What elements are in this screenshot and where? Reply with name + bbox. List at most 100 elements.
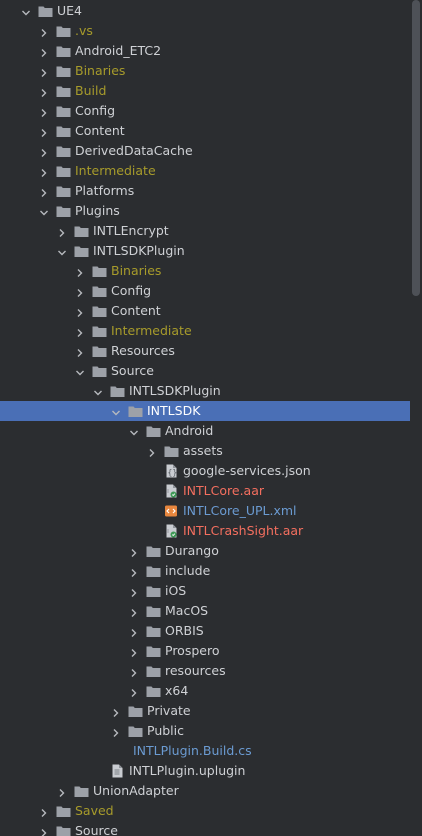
tree-item-label: UE4 <box>57 3 82 18</box>
chevron-down-icon[interactable] <box>39 206 49 216</box>
tree-row[interactable]: Android <box>0 421 410 441</box>
tree-row[interactable]: include <box>0 561 410 581</box>
tree-item-label: Build <box>75 83 107 98</box>
json-file-icon: {} <box>164 464 179 478</box>
tree-row[interactable]: UnionAdapter <box>0 781 410 801</box>
xml-file-icon <box>164 504 179 518</box>
chevron-right-icon[interactable] <box>39 186 49 197</box>
tree-row[interactable]: Platforms <box>0 181 410 201</box>
chevron-down-icon[interactable] <box>75 366 85 376</box>
tree-row[interactable]: INTLPlugin.uplugin <box>0 761 410 781</box>
chevron-right-icon[interactable] <box>39 146 49 157</box>
tree-row[interactable]: INTLSDKPlugin <box>0 241 410 261</box>
tree-row[interactable]: MacOS <box>0 601 410 621</box>
chevron-right-icon[interactable] <box>75 306 85 317</box>
folder-icon <box>92 344 107 358</box>
chevron-right-icon[interactable] <box>39 166 49 177</box>
tree-row[interactable]: INTLEncrypt <box>0 221 410 241</box>
tree-row[interactable]: Durango <box>0 541 410 561</box>
tree-row[interactable]: Config <box>0 101 410 121</box>
chevron-right-icon[interactable] <box>129 606 139 617</box>
chevron-right-icon[interactable] <box>111 726 121 737</box>
tree-row[interactable]: {} google-services.json <box>0 461 410 481</box>
tree-row[interactable]: INTLPlugin.Build.cs <box>0 741 410 761</box>
chevron-right-icon[interactable] <box>39 106 49 117</box>
tree-row[interactable]: Private <box>0 701 410 721</box>
chevron-right-icon[interactable] <box>129 626 139 637</box>
chevron-right-icon[interactable] <box>39 26 49 37</box>
aar-file-icon <box>164 484 179 498</box>
chevron-right-icon[interactable] <box>75 266 85 277</box>
tree-row[interactable]: .vs <box>0 21 410 41</box>
folder-icon <box>146 684 161 698</box>
tree-row[interactable]: Public <box>0 721 410 741</box>
chevron-right-icon[interactable] <box>129 646 139 657</box>
chevron-right-icon[interactable] <box>129 686 139 697</box>
tree-item-label: x64 <box>165 683 189 698</box>
folder-icon <box>56 164 71 178</box>
chevron-right-icon[interactable] <box>75 286 85 297</box>
folder-icon <box>56 64 71 78</box>
chevron-right-icon[interactable] <box>39 86 49 97</box>
folder-icon <box>146 644 161 658</box>
folder-icon <box>56 44 71 58</box>
tree-row[interactable]: Binaries <box>0 61 410 81</box>
tree-row[interactable]: Saved <box>0 801 410 821</box>
tree-row[interactable]: iOS <box>0 581 410 601</box>
tree-row[interactable]: DerivedDataCache <box>0 141 410 161</box>
chevron-right-icon[interactable] <box>39 126 49 137</box>
tree-row[interactable]: INTLCrashSight.aar <box>0 521 410 541</box>
tree-row[interactable]: Source <box>0 361 410 381</box>
tree-row[interactable]: UE4 <box>0 1 410 21</box>
tree-row[interactable]: Build <box>0 81 410 101</box>
chevron-right-icon[interactable] <box>57 786 67 797</box>
tree-row[interactable]: Prospero <box>0 641 410 661</box>
chevron-right-icon[interactable] <box>57 226 67 237</box>
tree-row[interactable]: Resources <box>0 341 410 361</box>
chevron-down-icon[interactable] <box>21 6 31 16</box>
chevron-down-icon[interactable] <box>129 426 139 436</box>
tree-row[interactable]: Content <box>0 301 410 321</box>
chevron-down-icon[interactable] <box>57 246 67 256</box>
chevron-right-icon[interactable] <box>75 346 85 357</box>
vertical-scrollbar[interactable] <box>412 0 420 296</box>
folder-icon <box>128 724 143 738</box>
folder-icon <box>128 404 143 418</box>
chevron-right-icon[interactable] <box>39 66 49 77</box>
chevron-right-icon[interactable] <box>39 46 49 57</box>
tree-item-label: Android <box>165 423 214 438</box>
tree-row[interactable]: Plugins <box>0 201 410 221</box>
tree-row[interactable]: Config <box>0 281 410 301</box>
tree-row[interactable]: Intermediate <box>0 161 410 181</box>
tree-row[interactable]: Content <box>0 121 410 141</box>
chevron-right-icon[interactable] <box>129 586 139 597</box>
chevron-right-icon[interactable] <box>39 806 49 817</box>
tree-row[interactable]: Intermediate <box>0 321 410 341</box>
file-icon <box>110 764 125 778</box>
tree-item-label: Public <box>147 723 184 738</box>
folder-icon <box>56 184 71 198</box>
tree-row[interactable]: INTLSDK <box>0 401 410 421</box>
chevron-down-icon[interactable] <box>111 406 121 416</box>
tree-item-label: INTLEncrypt <box>93 223 169 238</box>
tree-item-label: INTLSDKPlugin <box>129 383 221 398</box>
chevron-right-icon[interactable] <box>75 326 85 337</box>
chevron-down-icon[interactable] <box>93 386 103 396</box>
tree-row[interactable]: INTLSDKPlugin <box>0 381 410 401</box>
chevron-right-icon[interactable] <box>111 706 121 717</box>
chevron-right-icon[interactable] <box>129 666 139 677</box>
tree-row[interactable]: Android_ETC2 <box>0 41 410 61</box>
tree-row[interactable]: Binaries <box>0 261 410 281</box>
chevron-right-icon[interactable] <box>129 566 139 577</box>
tree-row[interactable]: ORBIS <box>0 621 410 641</box>
tree-row[interactable]: INTLCore_UPL.xml <box>0 501 410 521</box>
tree-row[interactable]: INTLCore.aar <box>0 481 410 501</box>
chevron-right-icon[interactable] <box>129 546 139 557</box>
chevron-right-icon[interactable] <box>39 826 49 836</box>
tree-item-label: Config <box>111 283 152 298</box>
chevron-right-icon[interactable] <box>147 446 157 457</box>
tree-row[interactable]: assets <box>0 441 410 461</box>
tree-row[interactable]: Source <box>0 821 410 836</box>
tree-row[interactable]: resources <box>0 661 410 681</box>
tree-row[interactable]: x64 <box>0 681 410 701</box>
